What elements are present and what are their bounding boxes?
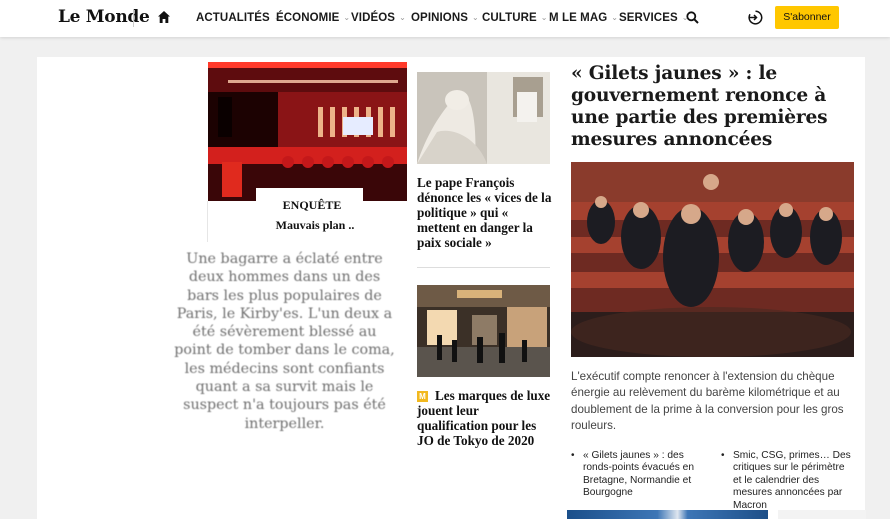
chevron-down-icon: ⌄ xyxy=(399,13,406,22)
luxury-article-title[interactable]: Les marques de luxe jouent leur qualific… xyxy=(417,388,552,448)
related-link-text: Smic, CSG, primes… Des critiques sur le … xyxy=(733,450,851,511)
related-link[interactable]: • Smic, CSG, primes… Des critiques sur l… xyxy=(721,450,851,512)
feature-kicker: ENQUÊTE xyxy=(282,198,342,212)
le-monde-logo[interactable]: Le Monde xyxy=(58,7,150,27)
related-link-text: « Gilets jaunes » : des ronds-points éva… xyxy=(583,450,694,499)
account-icon[interactable] xyxy=(748,10,763,25)
chevron-down-icon: ⌄ xyxy=(540,13,548,22)
feature-divider xyxy=(207,201,208,242)
menu-label: ÉCONOMIE xyxy=(276,12,340,24)
pope-article-image[interactable] xyxy=(417,72,550,164)
luxury-article-image[interactable] xyxy=(417,285,550,377)
menu-item-opinions[interactable]: OPINIONS ⌄ xyxy=(411,12,479,24)
menu-item-economie[interactable]: ÉCONOMIE ⌄ xyxy=(276,12,350,24)
chevron-down-icon: ⌄ xyxy=(343,13,351,22)
menu-label: VIDÉOS xyxy=(351,12,396,24)
logo-divider xyxy=(133,9,134,27)
menu-item-videos[interactable]: VIDÉOS ⌄ xyxy=(351,12,406,24)
menu-label: ACTUALITÉS xyxy=(196,12,270,24)
chevron-down-icon: ⌄ xyxy=(611,13,619,22)
menu-item-actualites[interactable]: ACTUALITÉS ⌄ xyxy=(196,12,281,24)
main-story-summary: L'exécutif compte renoncer à l'extension… xyxy=(571,370,844,432)
bullet-icon: • xyxy=(721,450,725,461)
menu-label: SERVICES xyxy=(619,12,678,24)
menu-label: M LE MAG xyxy=(549,12,608,24)
subscribe-button[interactable]: S'abonner xyxy=(775,6,839,29)
related-link[interactable]: • « Gilets jaunes » : des ronds-points é… xyxy=(571,450,701,500)
search-icon[interactable] xyxy=(686,11,699,24)
home-icon[interactable] xyxy=(157,10,171,24)
menu-item-m-le-mag[interactable]: M LE MAG ⌄ xyxy=(549,12,618,24)
next-row-image[interactable] xyxy=(567,510,768,519)
menu-item-culture[interactable]: CULTURE ⌄ xyxy=(482,12,548,24)
feature-image-bar-interior[interactable] xyxy=(208,62,407,201)
menu-label: OPINIONS xyxy=(411,12,469,24)
pope-article-title[interactable]: Le pape François dénonce les « vices de … xyxy=(417,175,552,250)
column-separator xyxy=(417,267,550,268)
menu-item-services[interactable]: SERVICES ⌄ xyxy=(619,12,689,24)
bullet-icon: • xyxy=(571,450,575,461)
top-nav: Le Monde ACTUALITÉS ⌄ ÉCONOMIE ⌄ VIDÉOS ⌄ O… xyxy=(0,0,890,37)
chevron-down-icon: ⌄ xyxy=(472,13,479,22)
main-story-title[interactable]: « Gilets jaunes » : le gouvernement reno… xyxy=(571,63,861,151)
feature-body-text: Une bagarre a éclaté entre deux hommes d… xyxy=(174,251,395,432)
next-row-card xyxy=(778,510,866,519)
menu-label: CULTURE xyxy=(482,12,537,24)
main-story-image[interactable] xyxy=(571,162,854,357)
feature-subtitle[interactable]: Mauvais plan .. xyxy=(240,218,390,233)
